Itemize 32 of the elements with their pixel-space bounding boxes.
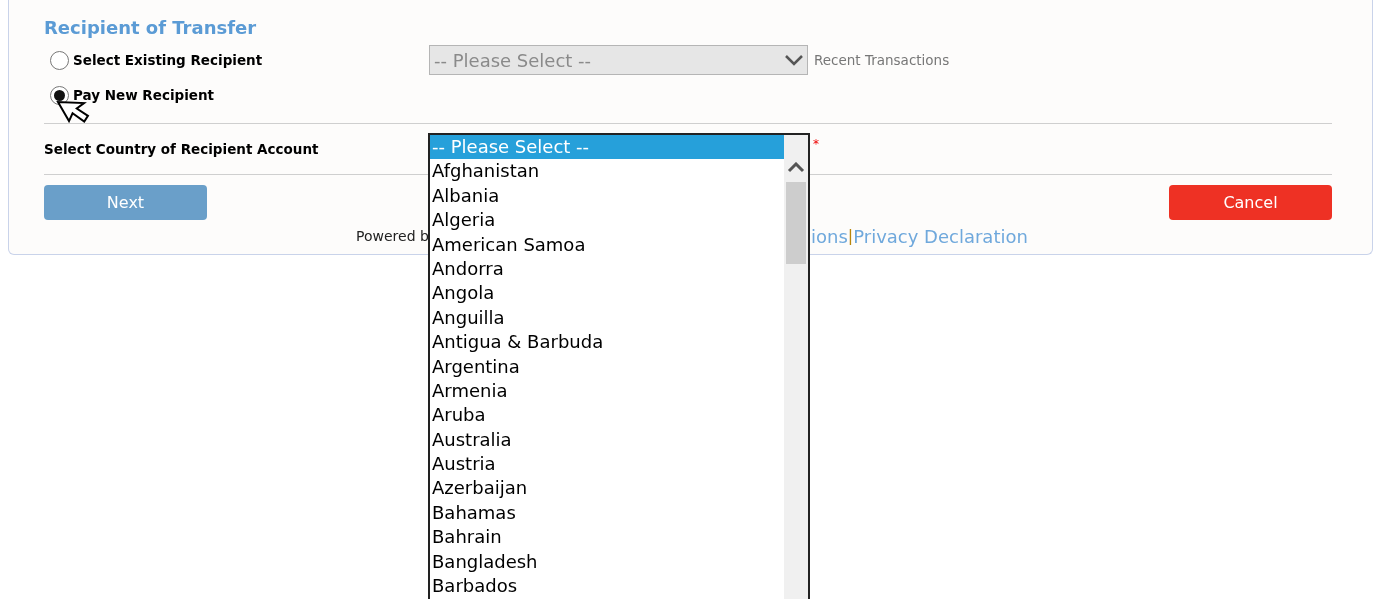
country-option[interactable]: Afghanistan xyxy=(430,159,784,184)
country-option[interactable]: Bahrain xyxy=(430,525,784,550)
country-option[interactable]: Anguilla xyxy=(430,305,784,331)
radio-label[interactable]: Select Existing Recipient xyxy=(73,49,263,71)
required-mark: * xyxy=(813,138,819,150)
country-option[interactable]: American Samoa xyxy=(430,232,784,257)
country-option[interactable]: Azerbaijan xyxy=(430,476,784,501)
chevron-up-icon[interactable] xyxy=(787,162,805,173)
country-option[interactable]: Armenia xyxy=(430,378,784,404)
chevron-down-icon xyxy=(784,54,804,66)
country-option[interactable]: Albania xyxy=(430,183,784,209)
country-option[interactable]: Argentina xyxy=(430,354,784,379)
separator: | xyxy=(847,225,854,247)
scrollbar-thumb[interactable] xyxy=(786,182,806,264)
radio-label[interactable]: Pay New Recipient xyxy=(73,84,215,106)
powered-by-text: Powered b xyxy=(356,226,429,246)
country-option[interactable]: Australia xyxy=(430,427,784,453)
country-option[interactable]: Bangladesh xyxy=(430,549,784,575)
cancel-button[interactable]: Cancel xyxy=(1169,185,1332,220)
country-option[interactable]: Antigua & Barbuda xyxy=(430,330,784,355)
radio-button[interactable] xyxy=(50,50,69,70)
country-option[interactable]: Aruba xyxy=(430,403,784,428)
country-option[interactable]: Andorra xyxy=(430,256,784,282)
country-option[interactable]: Algeria xyxy=(430,208,784,233)
recent-transactions-link[interactable]: Recent Transactions xyxy=(814,49,950,71)
country-label: Select Country of Recipient Account xyxy=(44,139,319,159)
section-title: Recipient of Transfer xyxy=(44,17,257,38)
country-option[interactable]: Barbados xyxy=(430,574,784,599)
country-option[interactable]: Angola xyxy=(430,281,784,306)
country-option[interactable]: Bahamas xyxy=(430,500,784,526)
country-option[interactable]: Austria xyxy=(430,452,784,477)
scrollbar[interactable] xyxy=(784,135,808,599)
